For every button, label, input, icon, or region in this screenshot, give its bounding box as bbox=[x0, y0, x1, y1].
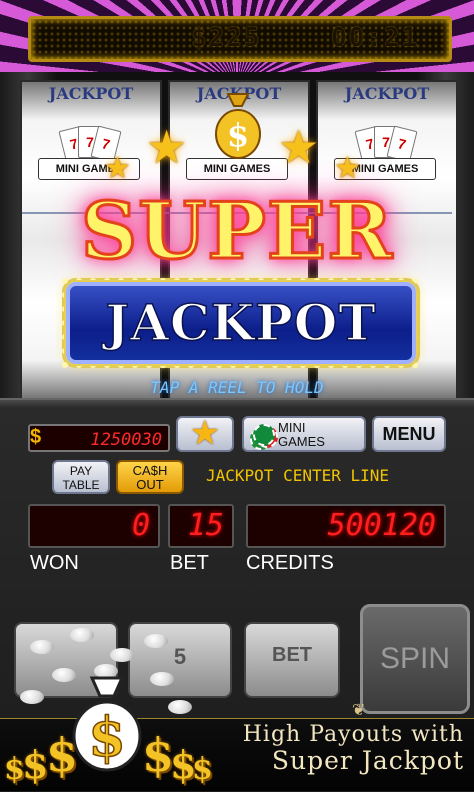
jackpot-amount-display: 1250030 bbox=[28, 424, 170, 452]
tap-reel-hint: TAP A REEL TO HOLD bbox=[150, 378, 324, 397]
spin-button[interactable]: SPIN bbox=[360, 604, 470, 714]
cash-out-button[interactable]: CA$H OUT bbox=[116, 460, 184, 494]
reel-mini-games-tag: MINI GAMES bbox=[186, 158, 288, 180]
menu-button[interactable]: MENU bbox=[372, 416, 446, 452]
reel-jackpot-label: JACKPOT bbox=[344, 84, 430, 103]
star-icon: ★ bbox=[191, 417, 219, 450]
bet-max-button[interactable]: BET bbox=[244, 622, 340, 698]
bet-display: 15 bbox=[168, 504, 234, 548]
star-icon: ★ bbox=[146, 121, 188, 173]
star-icon: ★ bbox=[278, 121, 320, 173]
pay-table-button[interactable]: PAY TABLE bbox=[52, 460, 110, 494]
balance-display: $225 bbox=[191, 23, 262, 53]
money-bag-icon: $ bbox=[215, 93, 261, 159]
money-bag-icon: $ bbox=[72, 676, 142, 772]
mini-games-button[interactable]: MINI GAMES bbox=[242, 416, 366, 452]
credits-display: 500120 bbox=[246, 504, 446, 548]
favorite-button[interactable]: ★ bbox=[176, 416, 234, 452]
star-icon: ★ bbox=[104, 152, 131, 185]
dollar-icon: $ bbox=[46, 728, 79, 782]
jackpot-title: JACKPOT bbox=[105, 292, 377, 353]
cards-icon: 7 7 7 bbox=[354, 125, 418, 163]
credits-label: CREDITS bbox=[246, 552, 334, 574]
star-icon: ★ bbox=[334, 152, 361, 185]
won-label: WON bbox=[30, 552, 79, 574]
lines-value: 5 bbox=[173, 644, 187, 669]
super-title: SUPER bbox=[79, 185, 394, 279]
timer-display: 00:21 bbox=[331, 23, 420, 53]
promo-line-2: Super Jackpot bbox=[271, 746, 464, 775]
jackpot-dollar-sign: $ bbox=[30, 426, 42, 448]
jackpot-center-line-text: JACKPOT CENTER LINE bbox=[206, 466, 390, 485]
svg-text:$: $ bbox=[227, 116, 249, 154]
reel-jackpot-label: JACKPOT bbox=[48, 84, 134, 103]
top-marquee: $225 00:21 bbox=[0, 0, 474, 72]
ornament-icon: ❦ bbox=[352, 702, 366, 719]
jackpot-banner: JACKPOT bbox=[58, 274, 424, 372]
svg-text:$: $ bbox=[88, 705, 126, 769]
dollar-icon: $ bbox=[192, 752, 213, 787]
led-panel: $225 00:21 bbox=[28, 16, 452, 62]
won-display: 0 bbox=[28, 504, 160, 548]
bet-label: BET bbox=[170, 552, 209, 574]
promo-line-1: High Payouts with bbox=[242, 722, 464, 747]
mini-games-label: MINI GAMES bbox=[278, 420, 325, 449]
poker-chips-icon bbox=[250, 424, 278, 450]
bet-max-label: BET bbox=[272, 644, 312, 666]
dollar-icon: $ bbox=[22, 742, 49, 787]
